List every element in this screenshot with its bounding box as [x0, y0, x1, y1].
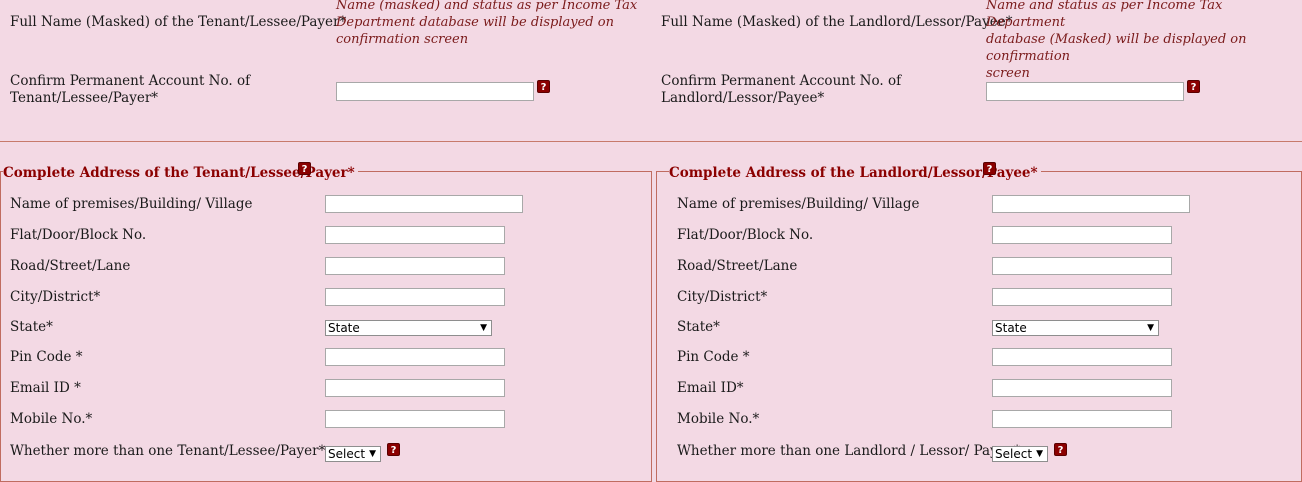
- tenant-pin-input[interactable]: [325, 348, 505, 366]
- tenant-premises-label: Name of premises/Building/ Village: [10, 196, 253, 212]
- tenant-name-note: Name (masked) and status as per Income T…: [336, 0, 638, 47]
- tenant-more-label: Whether more than one Tenant/Lessee/Paye…: [10, 443, 326, 459]
- landlord-more-select[interactable]: Select ▼: [992, 446, 1048, 462]
- landlord-state-label: State*: [677, 319, 720, 335]
- landlord-pan-label: Confirm Permanent Account No. of Landlor…: [661, 73, 902, 106]
- landlord-state-select[interactable]: State ▼: [992, 320, 1159, 336]
- tenant-email-label: Email ID *: [10, 380, 81, 396]
- landlord-email-input[interactable]: [992, 379, 1172, 397]
- landlord-address-fieldset: [656, 171, 1302, 482]
- landlord-premises-label: Name of premises/Building/ Village: [677, 196, 920, 212]
- landlord-email-label: Email ID*: [677, 380, 744, 396]
- tenant-city-label: City/District*: [10, 289, 101, 305]
- landlord-pin-label: Pin Code *: [677, 349, 750, 365]
- tenant-pan-label: Confirm Permanent Account No. of Tenant/…: [10, 73, 251, 106]
- tenant-mobile-input[interactable]: [325, 410, 505, 428]
- tenant-state-label: State*: [10, 319, 53, 335]
- landlord-name-note: Name and status as per Income Tax Depart…: [986, 0, 1247, 81]
- landlord-city-input[interactable]: [992, 288, 1172, 306]
- help-icon[interactable]: ?: [983, 162, 996, 175]
- tenant-state-value: State: [328, 321, 360, 335]
- landlord-mobile-label: Mobile No.*: [677, 411, 760, 427]
- tenant-more-value: Select: [328, 447, 366, 461]
- tenant-more-select[interactable]: Select ▼: [325, 446, 381, 462]
- landlord-pan-input[interactable]: [986, 82, 1184, 101]
- landlord-name-label: Full Name (Masked) of the Landlord/Lesso…: [661, 14, 1013, 30]
- landlord-more-label: Whether more than one Landlord / Lessor/…: [677, 443, 1021, 459]
- tenant-email-input[interactable]: [325, 379, 505, 397]
- landlord-flat-input[interactable]: [992, 226, 1172, 244]
- tenant-mobile-label: Mobile No.*: [10, 411, 93, 427]
- section-divider: [0, 141, 1302, 142]
- help-icon[interactable]: ?: [387, 443, 400, 456]
- tenant-road-label: Road/Street/Lane: [10, 258, 131, 274]
- landlord-road-input[interactable]: [992, 257, 1172, 275]
- tenant-road-input[interactable]: [325, 257, 505, 275]
- tenant-pin-label: Pin Code *: [10, 349, 83, 365]
- chevron-down-icon: ▼: [369, 449, 376, 459]
- tenant-flat-input[interactable]: [325, 226, 505, 244]
- tenant-pan-input[interactable]: [336, 82, 534, 101]
- chevron-down-icon: ▼: [1147, 323, 1154, 333]
- tenant-premises-input[interactable]: [325, 195, 523, 213]
- landlord-city-label: City/District*: [677, 289, 768, 305]
- tenant-city-input[interactable]: [325, 288, 505, 306]
- landlord-flat-label: Flat/Door/Block No.: [677, 227, 814, 243]
- landlord-pin-input[interactable]: [992, 348, 1172, 366]
- landlord-more-value: Select: [995, 447, 1033, 461]
- chevron-down-icon: ▼: [1036, 449, 1043, 459]
- landlord-mobile-input[interactable]: [992, 410, 1172, 428]
- landlord-state-value: State: [995, 321, 1027, 335]
- tenant-flat-label: Flat/Door/Block No.: [10, 227, 147, 243]
- landlord-premises-input[interactable]: [992, 195, 1190, 213]
- help-icon[interactable]: ?: [1187, 80, 1200, 93]
- help-icon[interactable]: ?: [537, 80, 550, 93]
- tenant-name-label: Full Name (Masked) of the Tenant/Lessee/…: [10, 14, 347, 30]
- chevron-down-icon: ▼: [480, 323, 487, 333]
- tenant-state-select[interactable]: State ▼: [325, 320, 492, 336]
- help-icon[interactable]: ?: [298, 162, 311, 175]
- help-icon[interactable]: ?: [1054, 443, 1067, 456]
- landlord-road-label: Road/Street/Lane: [677, 258, 798, 274]
